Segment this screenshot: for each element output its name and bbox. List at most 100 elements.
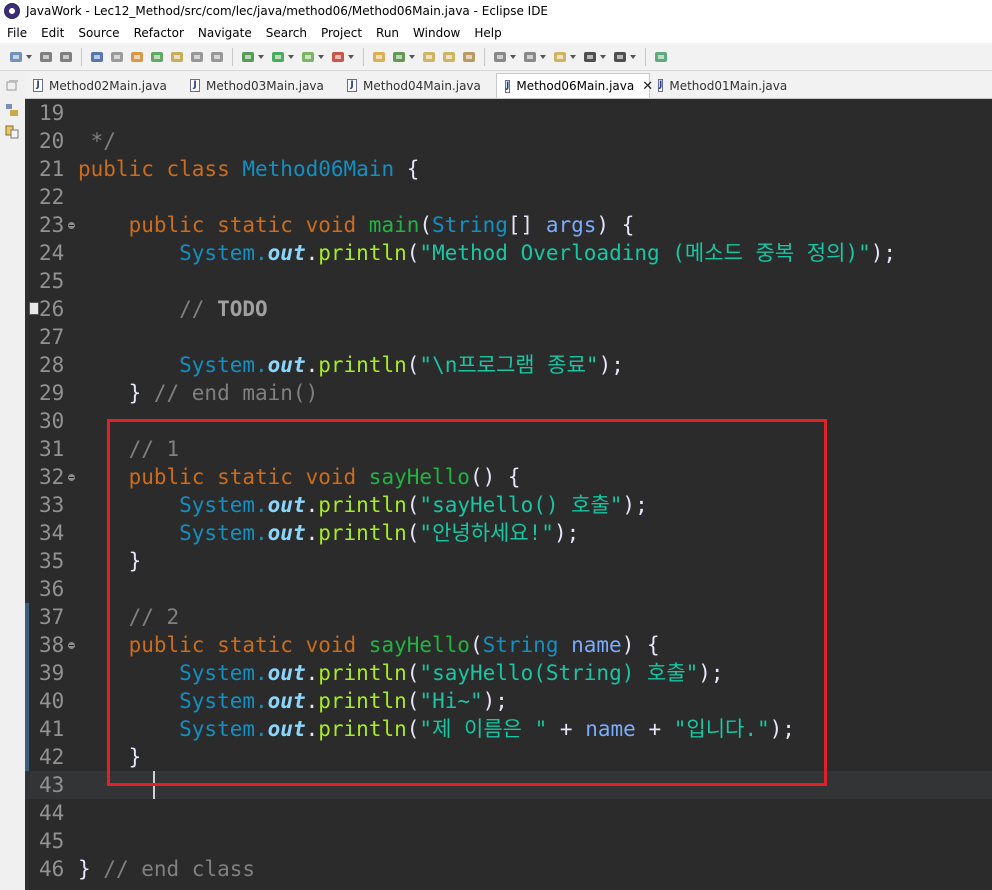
code-line[interactable]: 22 [25,183,992,211]
line-number: 42 [39,745,65,769]
title-bar: JavaWork - Lec12_Method/src/com/lec/java… [0,0,992,22]
menu-refactor[interactable]: Refactor [134,26,184,40]
tab-method01main[interactable]: J Method01Main.java [650,73,790,98]
chevron-down-icon[interactable] [600,49,607,65]
line-number: 27 [39,325,65,349]
code-line[interactable]: 45 [25,827,992,855]
menu-navigate[interactable]: Navigate [198,26,252,40]
code-line[interactable]: 28 System.out.println("\n프로그램 종료"); [25,351,992,379]
code-line[interactable]: 31 // 1 [25,435,992,463]
code-line[interactable]: 39 System.out.println("sayHello(String) … [25,659,992,687]
code-line[interactable]: 19 [25,99,992,127]
code-line[interactable]: 35 } [25,547,992,575]
chevron-down-icon[interactable] [630,49,637,65]
fold-collapse-icon[interactable] [68,222,75,229]
back-icon[interactable] [582,49,598,65]
code-line[interactable]: 43 [25,771,992,799]
coverage-icon[interactable] [300,49,316,65]
code-line[interactable]: 34 System.out.println("안녕하세요!"); [25,519,992,547]
menu-project[interactable]: Project [321,26,362,40]
code-line[interactable]: 33 System.out.println("sayHello() 호출"); [25,491,992,519]
menu-search[interactable]: Search [266,26,307,40]
tab-method03main[interactable]: J Method03Main.java [182,73,339,98]
search-icon[interactable] [189,49,205,65]
menu-help[interactable]: Help [474,26,501,40]
open-type-icon[interactable] [169,49,185,65]
save-all-icon[interactable] [58,49,74,65]
code-line[interactable]: 29 } // end main() [25,379,992,407]
restore-view-icon[interactable] [5,78,19,92]
prev-annotation-icon[interactable] [522,49,538,65]
code-line[interactable]: 40 System.out.println("Hi~"); [25,687,992,715]
terminal-icon[interactable] [89,49,105,65]
forward-icon[interactable] [612,49,628,65]
java-file-icon: J [658,79,664,92]
code-line[interactable]: 30 [25,407,992,435]
package-explorer-icon[interactable] [5,102,19,116]
external-tools-icon[interactable] [330,49,346,65]
new-java-package-icon[interactable] [129,49,145,65]
fold-collapse-icon[interactable] [68,642,75,649]
code-line[interactable]: 32 public static void sayHello() { [25,463,992,491]
task-marker-icon[interactable] [29,302,39,315]
code-line[interactable]: 21 public class Method06Main { [25,155,992,183]
code-line[interactable]: 38 public static void sayHello(String na… [25,631,992,659]
menu-file[interactable]: File [7,26,27,40]
tab-method02main[interactable]: J Method02Main.java [25,73,182,98]
menu-run[interactable]: Run [376,26,399,40]
chevron-down-icon[interactable] [348,49,355,65]
code-line[interactable]: 24 System.out.println("Method Overloadin… [25,239,992,267]
last-edit-icon[interactable] [552,49,568,65]
code-line[interactable]: 36 [25,575,992,603]
new-icon[interactable] [8,49,24,65]
new-class-icon[interactable] [371,49,387,65]
code-line[interactable]: 42 } [25,743,992,771]
code-line[interactable]: 46} // end class [25,855,992,883]
skip-breakpoints-icon[interactable] [109,49,125,65]
show-whitespace-icon[interactable] [209,49,225,65]
chevron-down-icon[interactable] [26,49,33,65]
menu-edit[interactable]: Edit [41,26,64,40]
open-folder-icon[interactable] [421,49,437,65]
code-line[interactable]: 23 public static void main(String[] args… [25,211,992,239]
code-line[interactable]: 27 [25,323,992,351]
chevron-down-icon[interactable] [318,49,325,65]
tab-method04main[interactable]: J Method04Main.java [339,73,496,98]
code-editor[interactable]: 19 20 */21 public class Method06Main {22 23… [25,99,992,890]
code-token: out [267,689,306,713]
menu-source[interactable]: Source [78,26,119,40]
outline-view-icon[interactable] [5,124,19,139]
code-line[interactable]: 20 */ [25,127,992,155]
next-annotation-icon[interactable] [492,49,508,65]
code-text: } // end class [78,855,255,883]
code-line[interactable]: 41 System.out.println("제 이름은 " + name + … [25,715,992,743]
line-number: 41 [39,717,65,741]
build-icon[interactable] [149,49,165,65]
chevron-down-icon[interactable] [540,49,547,65]
run-icon[interactable] [270,49,286,65]
save-icon[interactable] [38,49,54,65]
window-title: JavaWork - Lec12_Method/src/com/lec/java… [26,4,549,18]
menu-window[interactable]: Window [413,26,460,40]
code-line[interactable]: 37 // 2 [25,603,992,631]
debug-icon[interactable] [240,49,256,65]
chevron-down-icon[interactable] [570,49,577,65]
fold-collapse-icon[interactable] [68,474,75,481]
pen-icon[interactable] [461,49,477,65]
perspective-icon[interactable] [653,49,669,65]
java-file-icon: J [347,79,357,92]
code-token: . [305,689,319,713]
tab-method06main[interactable]: J Method06Main.java ✕ [496,73,653,98]
chevron-down-icon[interactable] [258,49,265,65]
code-line[interactable]: 25 [25,267,992,295]
code-token: System. [78,689,268,713]
chevron-down-icon[interactable] [409,49,416,65]
code-line[interactable]: 44 [25,799,992,827]
open-project-icon[interactable] [441,49,457,65]
code-token: name [585,717,636,741]
code-token: out [267,353,306,377]
refresh-icon[interactable] [391,49,407,65]
code-line[interactable]: 26 // TODO [25,295,992,323]
chevron-down-icon[interactable] [288,49,295,65]
chevron-down-icon[interactable] [510,49,517,65]
